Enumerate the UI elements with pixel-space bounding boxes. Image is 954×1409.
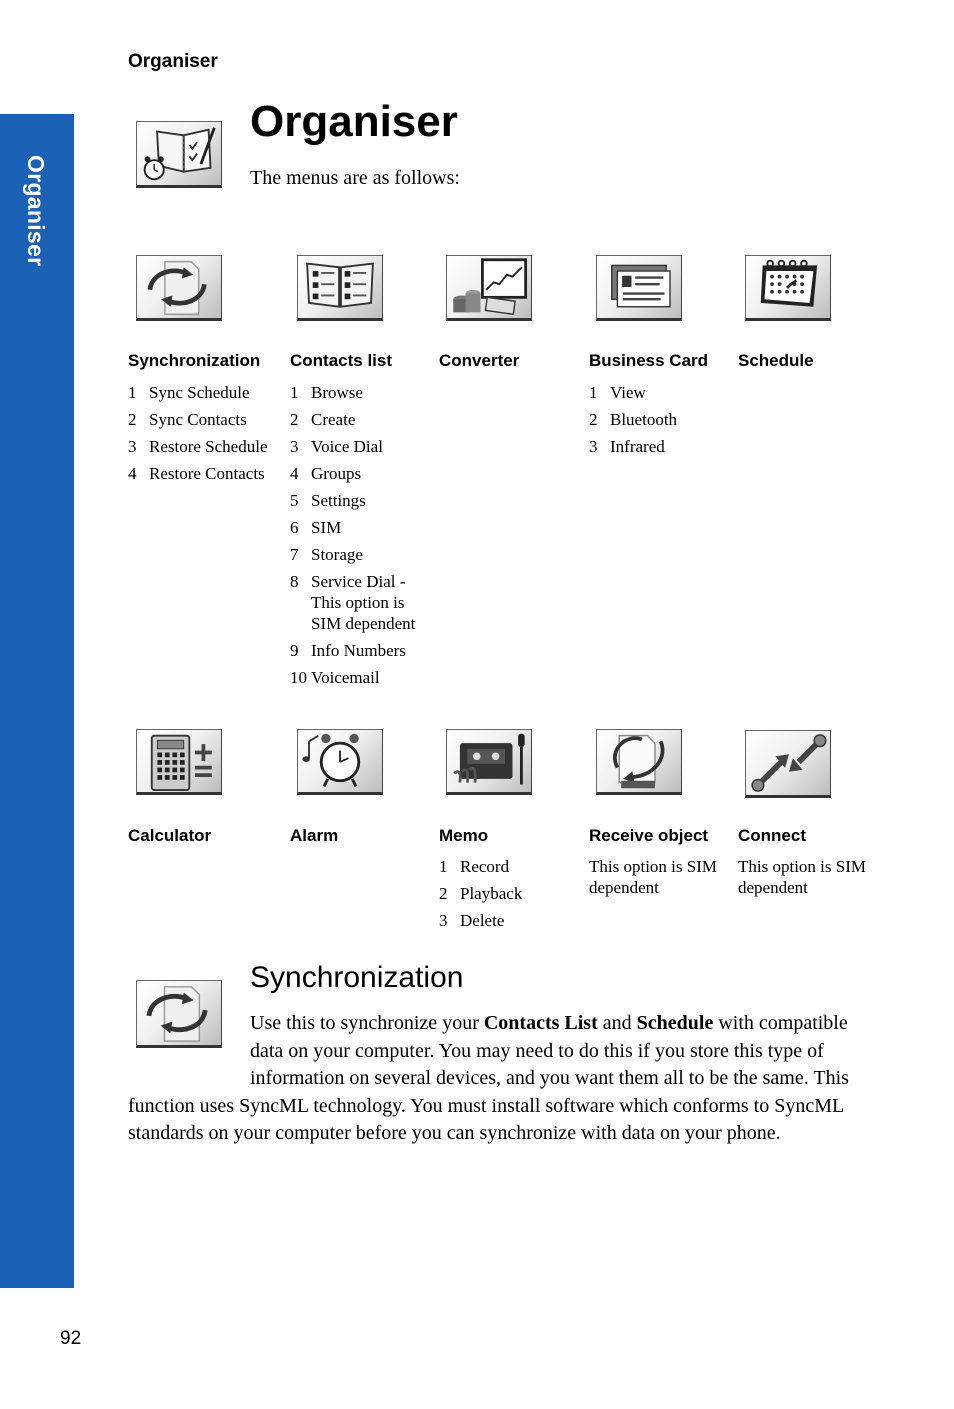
item-label: Restore Contacts xyxy=(149,464,265,483)
synchronization-description: Use this to synchronize your Contacts Li… xyxy=(128,1010,878,1148)
menu-title-memo: Memo xyxy=(439,826,489,845)
contacts-list-menu-list: 1 Browse 2 Create 3 Voice Dial 4 Groups 5 Set… xyxy=(290,382,415,694)
memo-menu-list: 1 Record 2 Playback 3 Delete xyxy=(439,856,522,937)
item-label: Bluetooth xyxy=(610,410,678,429)
business-card-menu-list: 1 View 2 Bluetooth 3 Infrared xyxy=(589,382,677,463)
menu-title-synchronization: Synchronization xyxy=(128,351,261,370)
list-item: 6 SIM xyxy=(290,517,415,538)
item-label: Create xyxy=(311,410,356,429)
menu-title-receive-object: Receive object xyxy=(589,826,709,845)
list-item: 3 Restore Schedule xyxy=(128,436,268,457)
item-label: Delete xyxy=(460,911,505,930)
list-item: 10 Voicemail xyxy=(290,667,415,688)
item-number: 10 xyxy=(290,668,307,687)
list-item: 1 Browse xyxy=(290,382,415,403)
list-item: 9 Info Numbers xyxy=(290,640,415,661)
menu-title-schedule: Schedule xyxy=(738,351,814,370)
item-label: Restore Schedule xyxy=(149,437,268,456)
list-item: 2 Create xyxy=(290,409,415,430)
item-number: 2 xyxy=(128,410,137,429)
item-number: 5 xyxy=(290,491,299,510)
menu-title-converter: Converter xyxy=(439,351,520,370)
item-label: Infrared xyxy=(610,437,665,456)
connect-icon xyxy=(745,730,831,798)
item-label: SIM xyxy=(311,518,342,537)
item-number: 2 xyxy=(439,884,448,903)
list-item: 1 Record xyxy=(439,856,522,877)
item-number: 3 xyxy=(439,911,448,930)
item-number: 7 xyxy=(290,545,299,564)
list-item: 4 Restore Contacts xyxy=(128,463,268,484)
menu-title-connect: Connect xyxy=(738,826,806,845)
page-number: 92 xyxy=(60,1328,82,1349)
item-label: Service Dial - This option is SIM depend… xyxy=(311,572,416,633)
list-item: 1 View xyxy=(589,382,677,403)
item-label: Sync Schedule xyxy=(149,383,250,402)
item-label: Groups xyxy=(311,464,362,483)
item-number: 9 xyxy=(290,641,299,660)
item-label: Storage xyxy=(311,545,363,564)
item-label: Settings xyxy=(311,491,366,510)
item-label: Info Numbers xyxy=(311,641,406,660)
paragraph-text: Use this to synchronize your xyxy=(250,1012,484,1034)
chapter-side-tab-label: Organiser xyxy=(23,155,49,267)
menu-title-business-card: Business Card xyxy=(589,351,709,370)
list-item: 1 Sync Schedule xyxy=(128,382,268,403)
receive-object-note: This option is SIM dependent xyxy=(589,857,717,897)
contacts-list-icon xyxy=(297,255,383,321)
connect-note: This option is SIM dependent xyxy=(738,857,866,897)
list-item: 4 Groups xyxy=(290,463,415,484)
receive-object-icon xyxy=(596,729,682,795)
menu-title-calculator: Calculator xyxy=(128,826,212,845)
page-title: Organiser xyxy=(250,97,458,146)
section-heading-synchronization: Synchronization xyxy=(250,961,464,994)
list-item: 2 Playback xyxy=(439,883,522,904)
item-number: 8 xyxy=(290,572,299,591)
item-label: Browse xyxy=(311,383,363,402)
item-number: 3 xyxy=(128,437,137,456)
organiser-book-alarm-icon xyxy=(136,121,222,188)
item-number: 4 xyxy=(290,464,299,483)
item-number: 4 xyxy=(128,464,137,483)
menu-title-contacts-list: Contacts list xyxy=(290,351,393,370)
list-item: 3 Infrared xyxy=(589,436,677,457)
paragraph-emphasis-contacts-list: Contacts List xyxy=(483,1012,598,1034)
running-header: Organiser xyxy=(128,51,218,72)
chapter-side-tab xyxy=(0,114,74,1288)
list-item: 2 Sync Contacts xyxy=(128,409,268,430)
synchronization-icon xyxy=(136,255,222,321)
item-number: 3 xyxy=(290,437,299,456)
item-number: 3 xyxy=(589,437,598,456)
list-item: 5 Settings xyxy=(290,490,415,511)
item-label: Voice Dial xyxy=(311,437,383,456)
item-label: View xyxy=(610,383,646,402)
item-number: 1 xyxy=(128,383,137,402)
item-number: 2 xyxy=(290,410,299,429)
paragraph-text: and xyxy=(597,1012,637,1034)
schedule-calendar-icon xyxy=(745,255,831,321)
menu-title-alarm: Alarm xyxy=(290,826,339,845)
converter-icon xyxy=(446,255,532,321)
item-number: 1 xyxy=(439,857,448,876)
business-card-icon xyxy=(596,255,682,321)
synchronization-menu-list: 1 Sync Schedule 2 Sync Contacts 3 Restore S… xyxy=(128,382,268,490)
paragraph-emphasis-schedule: Schedule xyxy=(636,1012,714,1034)
list-item: 2 Bluetooth xyxy=(589,409,677,430)
item-label: Sync Contacts xyxy=(149,410,247,429)
item-number: 2 xyxy=(589,410,598,429)
item-number: 1 xyxy=(589,383,598,402)
item-label: Playback xyxy=(460,884,523,903)
item-number: 6 xyxy=(290,518,299,537)
item-label: Record xyxy=(460,857,510,876)
calculator-icon xyxy=(136,729,222,795)
intro-text: The menus are as follows: xyxy=(250,167,460,189)
item-label: Voicemail xyxy=(311,668,380,687)
list-item: 7 Storage xyxy=(290,544,415,565)
list-item: 3 Voice Dial xyxy=(290,436,415,457)
item-number: 1 xyxy=(290,383,299,402)
list-item: 3 Delete xyxy=(439,910,522,931)
list-item: 8 Service Dial - This option is SIM depen… xyxy=(290,571,415,634)
alarm-clock-icon xyxy=(297,729,383,795)
memo-recorder-icon xyxy=(446,729,532,795)
